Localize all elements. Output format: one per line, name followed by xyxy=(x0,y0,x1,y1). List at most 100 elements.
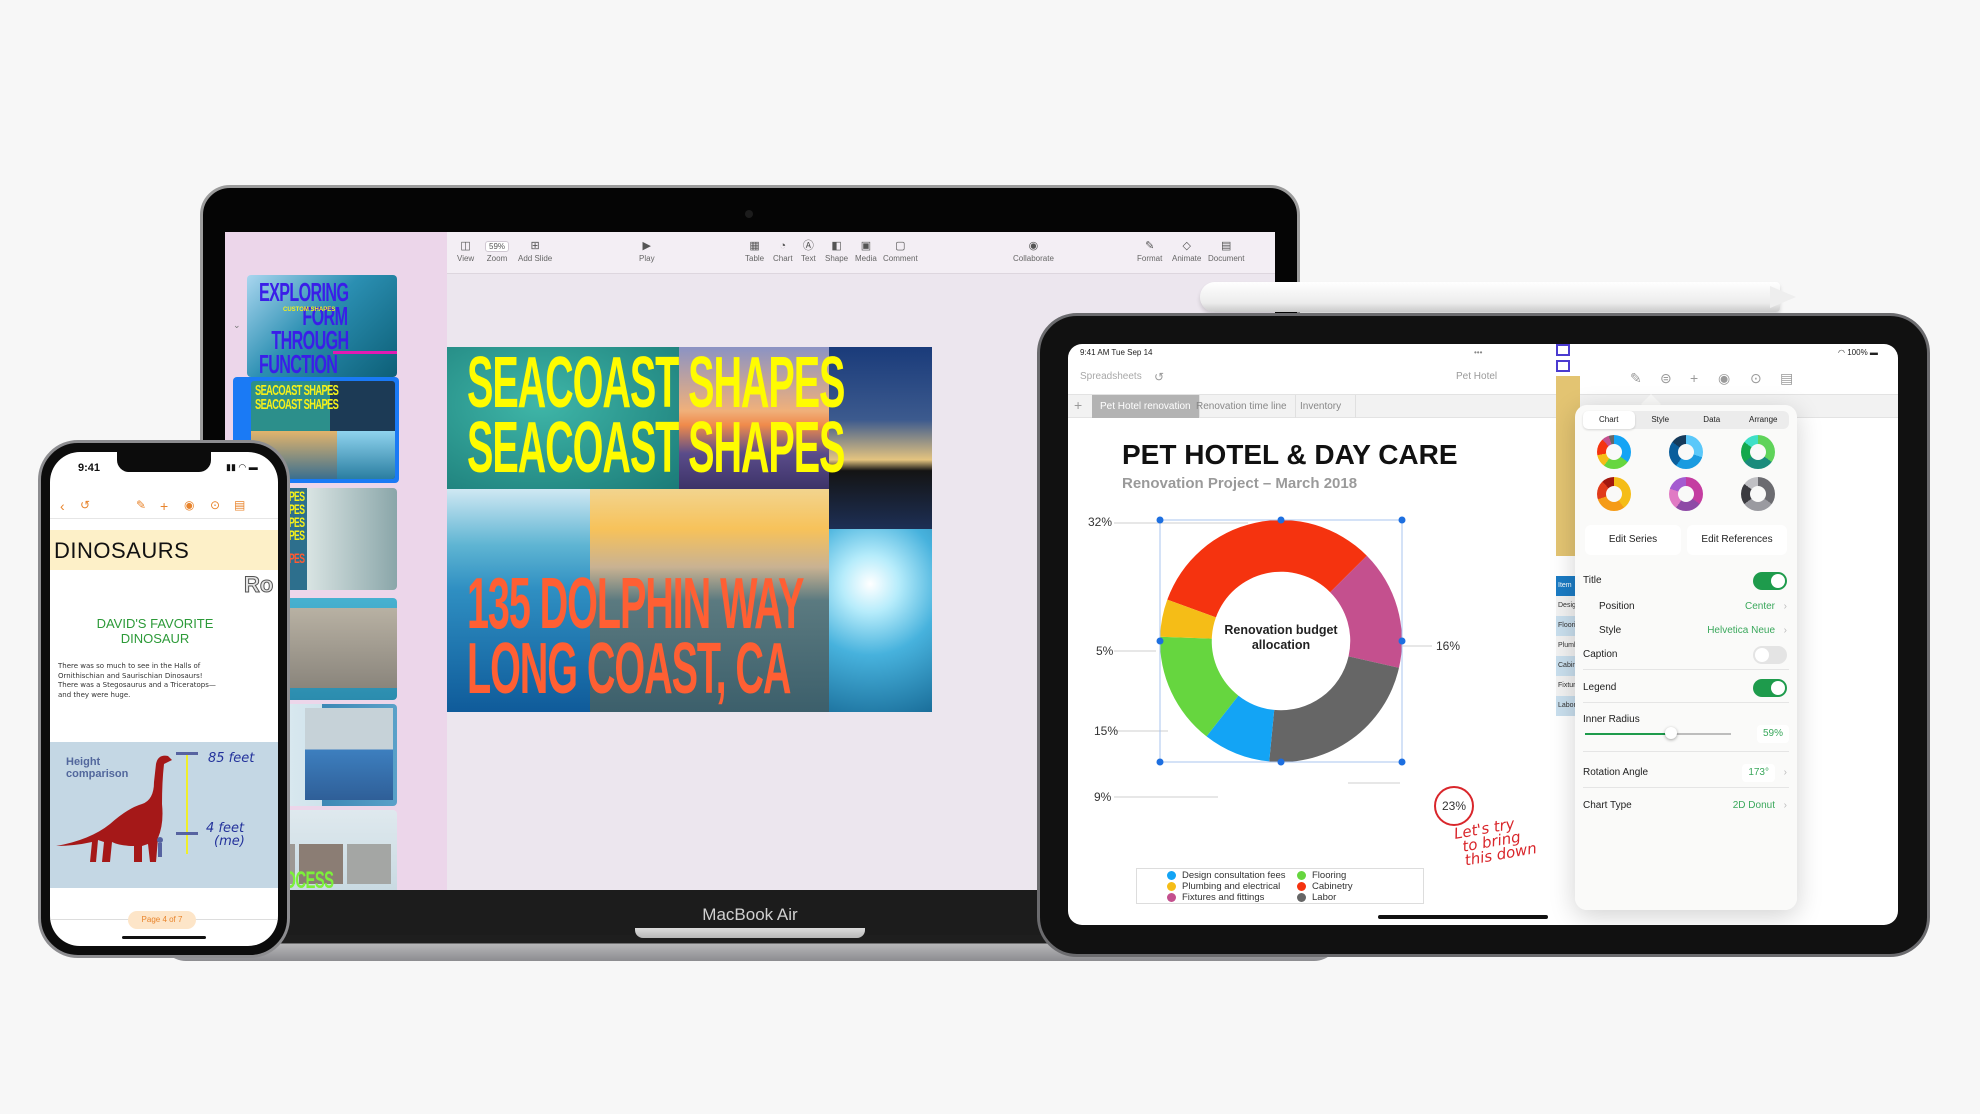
chart-button[interactable]: ◔ Chart xyxy=(773,238,793,263)
add-icon[interactable]: + xyxy=(1690,370,1698,386)
more-icon[interactable]: ⊙ xyxy=(210,498,220,512)
document-icon[interactable]: ▤ xyxy=(1780,370,1793,387)
slide-title: SEACOAST SHAPES SEACOAST SHAPES xyxy=(467,347,845,488)
data-label-plumbing-and-electrical: 5% xyxy=(1096,644,1114,658)
legend-item: Design consultation fees xyxy=(1167,870,1286,881)
selection-handle[interactable] xyxy=(1156,758,1164,766)
chart-style-swatch-4[interactable] xyxy=(1597,477,1631,511)
chart-label: Chart xyxy=(773,254,793,263)
caption-label: Caption xyxy=(1583,649,1618,660)
camera-icon xyxy=(745,210,753,218)
add-slide-button[interactable]: ⊞ Add Slide xyxy=(518,238,552,263)
rotation-angle-row[interactable]: Rotation Angle 173° › xyxy=(1583,761,1789,785)
inner-radius-slider[interactable] xyxy=(1585,727,1731,739)
format-brush-icon[interactable]: ✎ xyxy=(136,498,146,512)
back-icon[interactable]: ‹ xyxy=(60,498,65,514)
format-button[interactable]: ✎ Format xyxy=(1137,238,1162,263)
chevron-down-icon[interactable]: ⌄ xyxy=(233,320,241,331)
slider-fill xyxy=(1585,733,1672,735)
document-button[interactable]: ▤ Document xyxy=(1208,238,1244,263)
animate-button[interactable]: ◇ Animate xyxy=(1172,238,1201,263)
home-indicator xyxy=(1378,915,1548,919)
collaborate-icon[interactable]: ◉ xyxy=(1718,370,1730,387)
handwritten-circle-annotation: 23% xyxy=(1434,786,1474,826)
zoom-value-box: 59% xyxy=(485,238,510,254)
data-label-cabinetry: 32% xyxy=(1088,515,1112,529)
chart-style-swatch-3[interactable] xyxy=(1741,435,1775,469)
edit-series-button[interactable]: Edit Series xyxy=(1585,525,1681,555)
inner-radius-value-field[interactable]: 59% xyxy=(1756,725,1789,743)
chart-style-swatch-2[interactable] xyxy=(1669,435,1703,469)
animate-label: Animate xyxy=(1172,254,1202,263)
chart-type-row[interactable]: Chart Type 2D Donut › xyxy=(1583,794,1789,818)
view-button[interactable]: ◫ View xyxy=(457,238,474,263)
slide-1-title: EXPLORING FORM THROUGH FUNCTION xyxy=(259,277,349,377)
donut-slice-cabinetry[interactable] xyxy=(1167,520,1367,618)
chart-legend[interactable]: Design consultation fees Plumbing and ele… xyxy=(1136,868,1424,904)
popover-tabs: Chart Style Data Arrange xyxy=(1583,411,1789,429)
filter-icon[interactable]: ⊜ xyxy=(1660,370,1672,387)
undo-icon[interactable]: ↺ xyxy=(80,498,90,512)
chart-style-swatch-6[interactable] xyxy=(1741,477,1775,511)
checkbox-icon xyxy=(1556,360,1570,372)
text-button[interactable]: Ⓐ Text xyxy=(801,238,816,263)
height-comparison-figure[interactable]: Height comparison 85 feet 4 feet (me) xyxy=(50,742,278,888)
style-row[interactable]: Style Helvetica Neue › xyxy=(1583,619,1789,643)
slide-canvas[interactable]: SEACOAST SHAPES SEACOAST SHAPES 135 DOLP… xyxy=(447,347,932,712)
comment-button[interactable]: ▢ Comment xyxy=(883,238,918,263)
chart-type-label: Chart Type xyxy=(1583,800,1632,811)
format-brush-icon[interactable]: ✎ xyxy=(1630,370,1642,387)
chart-style-swatch-1[interactable] xyxy=(1597,435,1631,469)
collaborate-button[interactable]: ◉ Collaborate xyxy=(1013,238,1054,263)
position-row[interactable]: Position Center › xyxy=(1583,595,1789,619)
chart-style-swatch-5[interactable] xyxy=(1669,477,1703,511)
popover-tab-chart[interactable]: Chart xyxy=(1583,411,1635,429)
selection-handle[interactable] xyxy=(1277,758,1285,766)
document-label: Document xyxy=(1208,254,1245,263)
selection-handle[interactable] xyxy=(1398,637,1406,645)
more-icon[interactable]: ⊙ xyxy=(1750,370,1762,387)
shape-button[interactable]: ◧ Shape xyxy=(825,238,848,263)
document-body-text[interactable]: There was so much to see in the Halls of… xyxy=(58,662,228,700)
slide-6-photo xyxy=(347,844,391,884)
slide-5-photo xyxy=(305,708,393,800)
legend-label: Cabinetry xyxy=(1312,881,1353,892)
legend-toggle[interactable] xyxy=(1753,679,1787,697)
add-icon[interactable]: + xyxy=(160,498,168,514)
edit-references-button[interactable]: Edit References xyxy=(1687,525,1787,555)
document-icon: ▤ xyxy=(1221,240,1232,252)
table-button[interactable]: ▦ Table xyxy=(745,238,764,263)
selection-handle[interactable] xyxy=(1277,516,1285,524)
popover-tab-data[interactable]: Data xyxy=(1686,411,1738,429)
rotation-angle-value[interactable]: 173° xyxy=(1742,764,1775,782)
slider-handle[interactable] xyxy=(1665,727,1678,739)
chart-type-value: 2D Donut xyxy=(1732,800,1775,811)
caption-toggle[interactable] xyxy=(1753,646,1787,664)
media-button[interactable]: ▣ Media xyxy=(855,238,877,263)
format-popover: Chart Style Data Arrange Edit Series Edi… xyxy=(1575,405,1797,910)
selection-handle[interactable] xyxy=(1156,637,1164,645)
data-label-design-consultation-fees: 9% xyxy=(1094,790,1112,804)
title-toggle[interactable] xyxy=(1753,572,1787,590)
shape-icon: ◧ xyxy=(831,240,842,252)
legend-item: Labor xyxy=(1297,892,1336,903)
selection-handle[interactable] xyxy=(1398,758,1406,766)
slide-1-tag: CUSTOM SHAPES xyxy=(283,307,336,313)
numbers-window: 9:41 AM Tue Sep 14 ••• ◠ 100% ▬ Spreadsh… xyxy=(1068,344,1898,925)
donut-slice-labor[interactable] xyxy=(1269,656,1399,762)
play-label: Play xyxy=(639,254,655,263)
selection-handle[interactable] xyxy=(1156,516,1164,524)
battery-icon: ▬ xyxy=(1869,348,1878,357)
slide-2-title: SEACOAST SHAPES SEACOAST SHAPES xyxy=(255,382,339,413)
zoom-button[interactable]: 59% Zoom xyxy=(485,238,510,263)
slide-thumbnail-1[interactable]: EXPLORING FORM THROUGH FUNCTION CUSTOM S… xyxy=(247,275,397,377)
collaborate-icon[interactable]: ◉ xyxy=(184,498,194,512)
popover-tab-style[interactable]: Style xyxy=(1635,411,1687,429)
table-icon: ▦ xyxy=(749,240,760,252)
play-button[interactable]: ▶ Play xyxy=(639,238,655,263)
popover-tab-arrange[interactable]: Arrange xyxy=(1738,411,1790,429)
document-icon[interactable]: ▤ xyxy=(234,498,245,512)
selection-handle[interactable] xyxy=(1398,516,1406,524)
shape-label: Shape xyxy=(825,254,849,263)
add-slide-icon: ⊞ xyxy=(530,240,540,252)
